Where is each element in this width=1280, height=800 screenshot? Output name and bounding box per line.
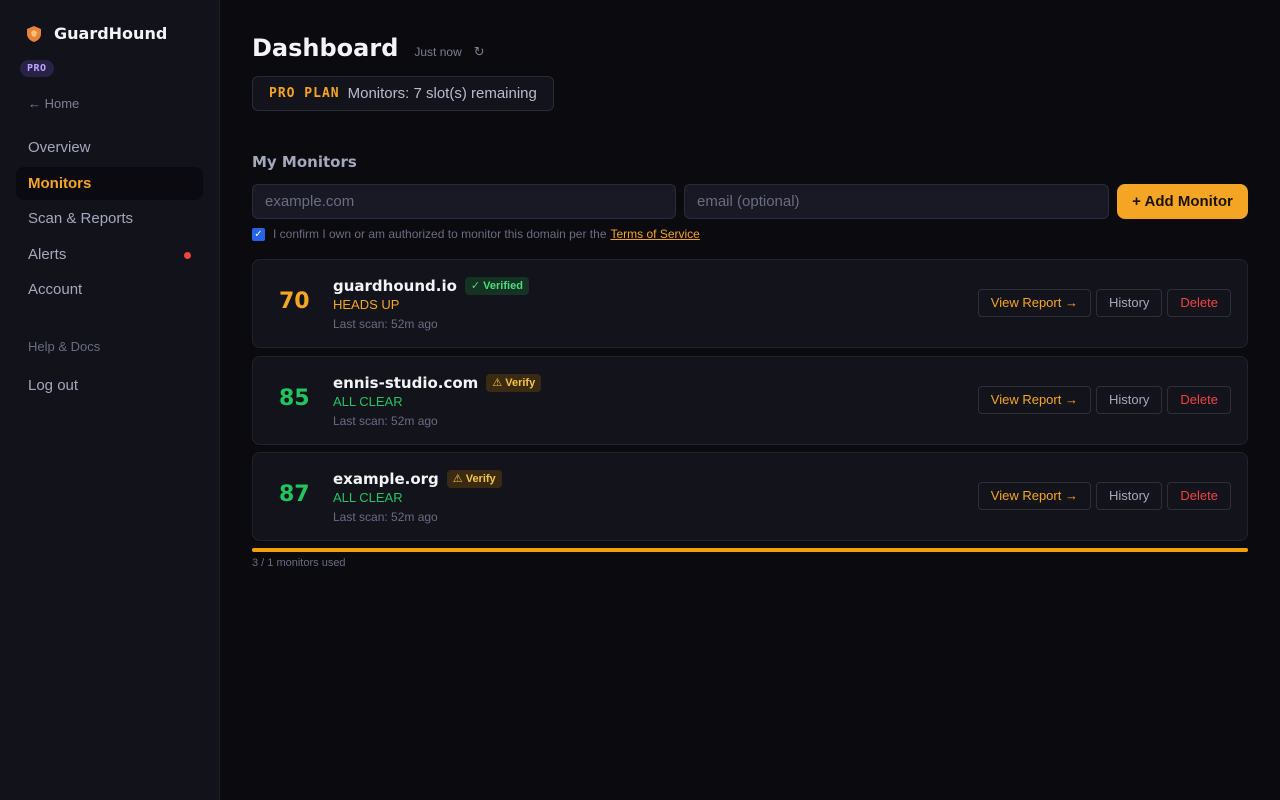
last-updated: Just now [414, 45, 462, 59]
sidebar-item-account[interactable]: Account [16, 273, 203, 306]
sidebar-item-label: Monitors [28, 174, 92, 192]
confirm-row: ✓ I confirm I own or am authorized to mo… [252, 227, 700, 241]
confirm-text: I confirm I own or am authorized to moni… [273, 227, 607, 241]
monitor-actions: View Report → History Delete [977, 289, 1231, 317]
monitor-status: ALL CLEAR [333, 394, 403, 409]
monitor-actions: View Report → History Delete [977, 482, 1231, 510]
monitor-score: 87 [279, 482, 310, 507]
monitor-status: ALL CLEAR [333, 490, 403, 505]
monitor-status: HEADS UP [333, 297, 400, 312]
view-report-button[interactable]: View Report → [977, 289, 1091, 317]
sidebar-item-label: Overview [28, 139, 91, 156]
plan-label: PRO PLAN [269, 86, 340, 101]
sidebar-item-label: Alerts [28, 245, 67, 263]
header: Dashboard Just now ↻ [252, 34, 485, 62]
logout-link[interactable]: Log out [28, 377, 78, 394]
monitor-domain: example.org [333, 470, 439, 488]
domain-input[interactable] [252, 184, 676, 219]
monitor-last-scan: Last scan: 52m ago [333, 414, 438, 428]
monitor-domain-row: ennis-studio.com ⚠ Verify [333, 374, 542, 392]
plan-status: PRO PLAN Monitors: 7 slot(s) remaining [252, 76, 554, 111]
monitor-card: 85 ennis-studio.com ⚠ Verify ALL CLEAR L… [252, 356, 1248, 445]
add-monitor-button[interactable]: + Add Monitor [1117, 184, 1248, 219]
sidebar-item-label: Account [28, 281, 83, 298]
delete-button[interactable]: Delete [1167, 482, 1231, 510]
brand[interactable]: GuardHound [26, 24, 167, 43]
monitor-last-scan: Last scan: 52m ago [333, 510, 438, 524]
section-title: My Monitors [252, 153, 357, 171]
verify-badge[interactable]: ⚠ Verify [486, 374, 542, 392]
history-button[interactable]: History [1095, 482, 1163, 510]
usage-progress-fill [252, 548, 1248, 552]
sidebar-item-overview[interactable]: Overview [16, 131, 203, 164]
delete-button[interactable]: Delete [1167, 386, 1231, 414]
view-report-button[interactable]: View Report → [977, 386, 1091, 414]
plan-remaining: Monitors: 7 slot(s) remaining [347, 85, 537, 102]
shield-logo-icon [27, 25, 41, 42]
usage-text: 3 / 1 monitors used [252, 557, 346, 569]
help-docs-link[interactable]: Help & Docs [28, 339, 100, 354]
monitor-card: 87 example.org ⚠ Verify ALL CLEAR Last s… [252, 452, 1248, 541]
monitor-score: 85 [279, 386, 310, 411]
monitor-last-scan: Last scan: 52m ago [333, 317, 438, 331]
refresh-icon[interactable]: ↻ [474, 44, 485, 60]
monitor-actions: View Report → History Delete [977, 386, 1231, 414]
plan-badge: PRO [20, 60, 54, 77]
terms-of-service-link[interactable]: Terms of Service [611, 227, 700, 241]
brand-name: GuardHound [54, 24, 168, 43]
email-input[interactable] [684, 184, 1109, 219]
monitor-domain: guardhound.io [333, 277, 457, 295]
history-button[interactable]: History [1095, 289, 1163, 317]
history-button[interactable]: History [1095, 386, 1163, 414]
monitor-domain: ennis-studio.com [333, 374, 479, 392]
monitor-card: 70 guardhound.io ✓ Verified HEADS UP Las… [252, 259, 1248, 348]
usage-progress-bar [252, 548, 1248, 552]
verified-badge: ✓ Verified [464, 277, 529, 295]
sidebar-item-monitors[interactable]: Monitors [16, 166, 203, 200]
notification-dot [184, 251, 191, 259]
sidebar-item-label: Scan & Reports [28, 210, 134, 227]
monitor-domain-row: guardhound.io ✓ Verified [333, 277, 529, 295]
page-title: Dashboard [252, 34, 399, 62]
main-content: Dashboard Just now ↻ PRO PLAN Monitors: … [252, 0, 1248, 800]
sidebar-item-alerts[interactable]: Alerts [16, 238, 203, 271]
monitor-domain-row: example.org ⚠ Verify [333, 470, 502, 488]
view-report-button[interactable]: View Report → [977, 482, 1091, 510]
home-link[interactable]: ← Home [28, 96, 79, 111]
monitor-score: 70 [279, 289, 310, 314]
sidebar: GuardHound PRO ← Home Overview Monitors … [0, 0, 220, 800]
verify-badge[interactable]: ⚠ Verify [446, 470, 502, 488]
delete-button[interactable]: Delete [1167, 289, 1231, 317]
confirm-checkbox[interactable]: ✓ [252, 227, 265, 241]
sidebar-nav: Overview Monitors Scan & Reports Alerts … [16, 131, 203, 309]
sidebar-item-scan-reports[interactable]: Scan & Reports [16, 202, 203, 235]
